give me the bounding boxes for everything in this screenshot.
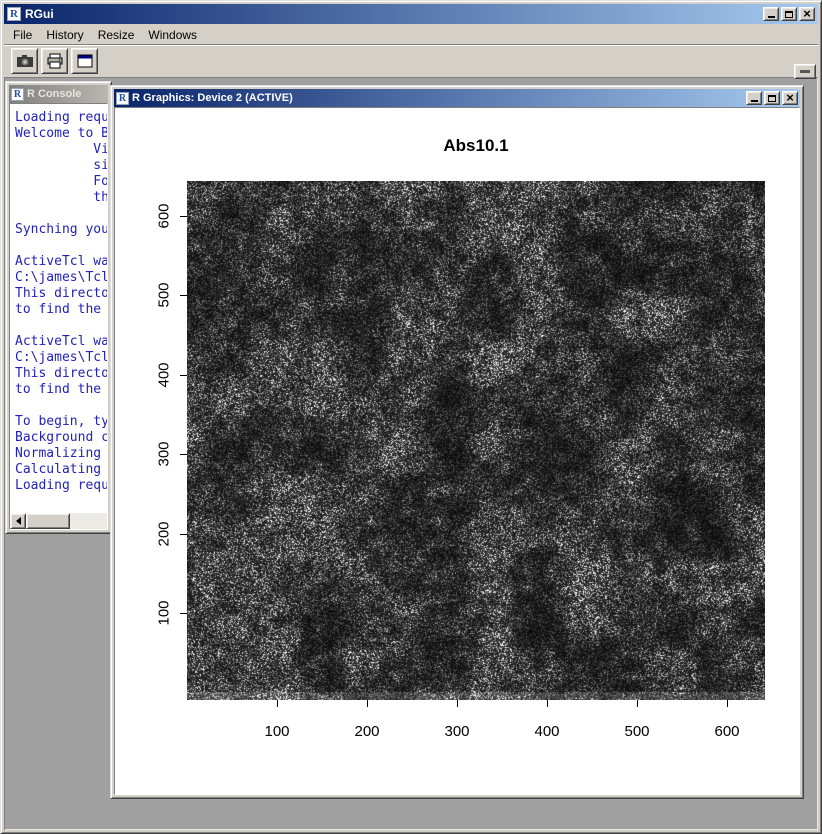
maximize-icon <box>768 95 776 102</box>
x-tick <box>547 700 548 707</box>
copy-graph-button[interactable] <box>11 48 38 74</box>
y-tick-label: 200 <box>156 521 173 546</box>
y-tick <box>180 454 187 455</box>
rgui-main-window: R RGui × File History Resize Windows <box>0 0 822 834</box>
console-line <box>15 238 107 254</box>
plot-title: Abs10.1 <box>187 136 765 156</box>
console-line <box>15 206 107 222</box>
y-tick <box>180 295 187 296</box>
maximize-button[interactable] <box>781 7 797 21</box>
x-tick-label: 200 <box>354 723 379 740</box>
scrollbar-thumb[interactable] <box>26 513 70 529</box>
toolbar <box>4 44 818 77</box>
r-graphics-window: R R Graphics: Device 2 (ACTIVE) × Abs10.… <box>110 85 804 799</box>
y-tick-label: 600 <box>156 203 173 228</box>
x-tick-label: 600 <box>714 723 739 740</box>
console-line: Loading requ <box>15 478 107 494</box>
console-line: This directo <box>15 286 107 302</box>
minimize-button[interactable] <box>763 7 779 21</box>
graphics-titlebar[interactable]: R R Graphics: Device 2 (ACTIVE) × <box>114 89 800 107</box>
graphics-title: R Graphics: Device 2 (ACTIVE) <box>132 92 293 104</box>
console-line: the <box>15 190 107 206</box>
x-tick <box>457 700 458 707</box>
x-tick-label: 300 <box>444 723 469 740</box>
console-line: sim <box>15 158 107 174</box>
console-title: R Console <box>27 88 81 100</box>
x-tick-label: 100 <box>264 723 289 740</box>
x-tick <box>277 700 278 707</box>
x-tick <box>727 700 728 707</box>
print-button[interactable] <box>41 48 68 74</box>
minimize-icon <box>751 100 758 102</box>
console-line: Background c <box>15 430 107 446</box>
scroll-left-button[interactable] <box>10 513 26 529</box>
console-hscrollbar[interactable] <box>10 513 107 529</box>
console-window-button[interactable] <box>71 48 98 74</box>
console-line: Normalizing <box>15 446 107 462</box>
maximize-icon <box>785 11 793 18</box>
y-tick <box>180 534 187 535</box>
y-tick-label: 100 <box>156 600 173 625</box>
console-line: Synching you <box>15 222 107 238</box>
plot-image <box>187 181 765 700</box>
close-icon: × <box>803 9 811 19</box>
x-tick-label: 400 <box>534 723 559 740</box>
console-line: to find the <box>15 382 107 398</box>
console-line: To begin, ty <box>15 414 107 430</box>
camera-icon <box>16 52 34 70</box>
console-line <box>15 398 107 414</box>
y-tick-label: 300 <box>156 441 173 466</box>
x-tick <box>367 700 368 707</box>
r-logo-icon: R <box>7 7 21 21</box>
y-tick <box>180 375 187 376</box>
graphics-close-button[interactable]: × <box>782 91 798 105</box>
console-line: This directo <box>15 366 107 382</box>
menu-item-windows[interactable]: Windows <box>141 26 204 44</box>
menu-item-history[interactable]: History <box>39 26 90 44</box>
console-line: C:\james\Tcl <box>15 350 107 366</box>
x-tick <box>637 700 638 707</box>
minimize-icon <box>768 16 775 18</box>
console-line: ActiveTcl wa <box>15 254 107 270</box>
y-tick-label: 400 <box>156 362 173 387</box>
graphics-minimize-button[interactable] <box>746 91 762 105</box>
plot-area: Abs10.1 100 200 300 400 500 600 <box>114 107 800 795</box>
console-line: Loading requ <box>15 110 107 126</box>
console-line <box>15 318 107 334</box>
console-output[interactable]: Loading requWelcome to B Vig sim For the… <box>10 104 107 494</box>
r-console-window: R R Console Loading requWelcome to B Vig… <box>5 81 112 534</box>
console-line: Vig <box>15 142 107 158</box>
dash-icon <box>800 70 810 73</box>
x-tick-label: 500 <box>624 723 649 740</box>
menubar: File History Resize Windows <box>4 25 818 44</box>
console-body[interactable]: Loading requWelcome to B Vig sim For the… <box>9 103 108 530</box>
console-line: to find the <box>15 302 107 318</box>
r-logo-icon: R <box>116 92 129 105</box>
console-line: Calculating <box>15 462 107 478</box>
close-button[interactable]: × <box>799 7 815 21</box>
y-tick <box>180 613 187 614</box>
console-titlebar[interactable]: R R Console <box>9 85 108 103</box>
console-line: Welcome to B <box>15 126 107 142</box>
y-tick <box>180 216 187 217</box>
y-tick-label: 500 <box>156 282 173 307</box>
mdi-corner-button[interactable] <box>794 64 816 79</box>
r-logo-icon: R <box>11 88 24 101</box>
arrow-left-icon <box>12 517 21 525</box>
window-title: RGui <box>25 7 54 21</box>
menu-item-resize[interactable]: Resize <box>91 26 142 44</box>
menu-item-file[interactable]: File <box>6 26 39 44</box>
console-line: C:\james\Tcl <box>15 270 107 286</box>
console-line: ActiveTcl wa <box>15 334 107 350</box>
printer-icon <box>46 52 64 70</box>
mdi-workspace: R R Console Loading requWelcome to B Vig… <box>4 77 818 830</box>
console-line: For <box>15 174 107 190</box>
main-titlebar[interactable]: R RGui × <box>4 4 818 24</box>
window-icon <box>76 52 94 70</box>
graphics-maximize-button[interactable] <box>764 91 780 105</box>
close-icon: × <box>786 93 794 103</box>
